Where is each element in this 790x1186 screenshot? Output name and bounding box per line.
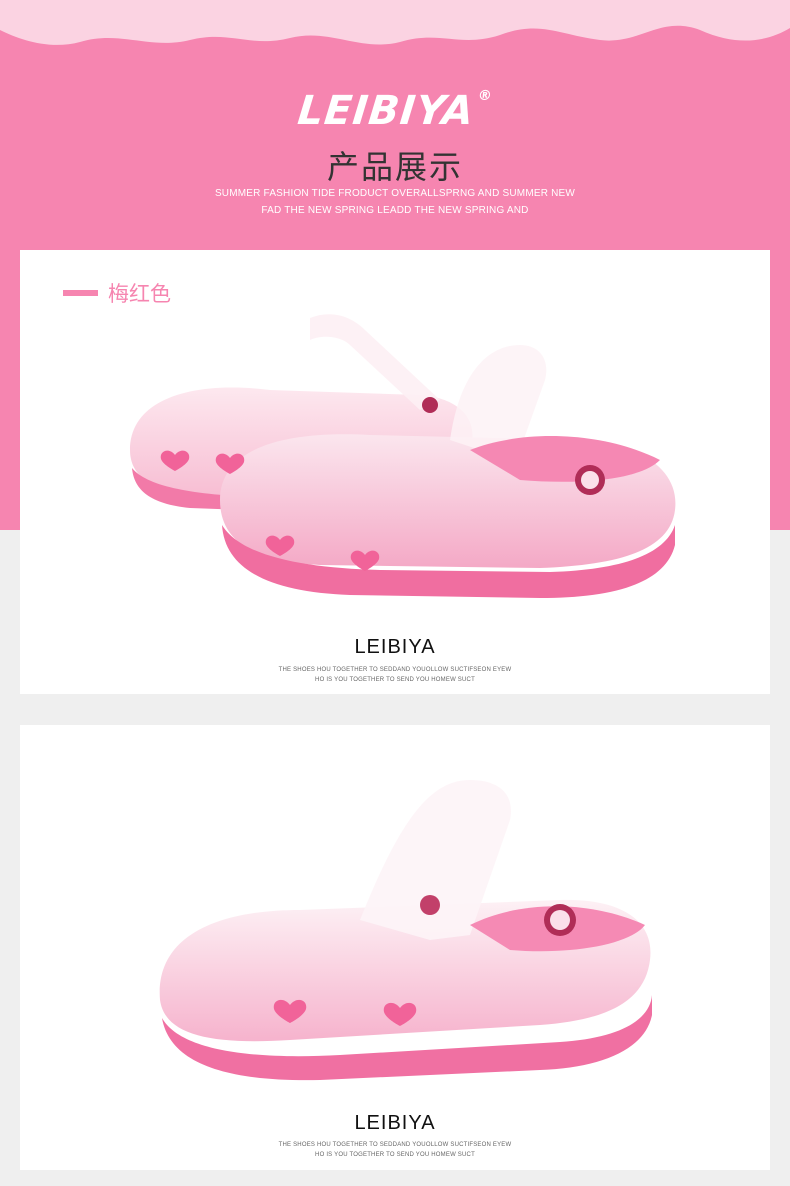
brand-logo: LEIBIYA® (295, 88, 494, 134)
card-desc-line-1: THE SHOES HOU TOGETHER TO SEDDAND YOUOLL… (278, 1142, 512, 1148)
subtitle-line-1: SUMMER FASHION TIDE FRODUCT OVERALLSPRNG… (214, 188, 576, 199)
card-desc-line-1: THE SHOES HOU TOGETHER TO SEDDAND YOUOLL… (278, 667, 512, 673)
product-card-2: LEIBIYA THE SHOES HOU TOGETHER TO SEDDAN… (20, 725, 770, 1170)
product-card-1: 梅红色 LEIBIYA THE SHOES HOU TOGETHER TO SE… (20, 250, 770, 694)
subtitle-line-2: FAD THE NEW SPRING LEADD THE NEW SPRING … (261, 205, 529, 216)
card-brand: LEIBIYA (354, 1112, 436, 1134)
card-desc-line-2: HO IS YOU TOGETHER TO SEND YOU HOMEW SUC… (315, 677, 475, 683)
card-brand: LEIBIYA (354, 636, 436, 658)
shoe-single-image (159, 780, 652, 1081)
card-desc-line-2: HO IS YOU TOGETHER TO SEND YOU HOMEW SUC… (315, 1152, 475, 1158)
shoe-pair-image (130, 314, 676, 598)
wave-border (0, 0, 790, 45)
page-title: 产品展示 (326, 149, 463, 185)
color-dash-icon (63, 290, 98, 296)
